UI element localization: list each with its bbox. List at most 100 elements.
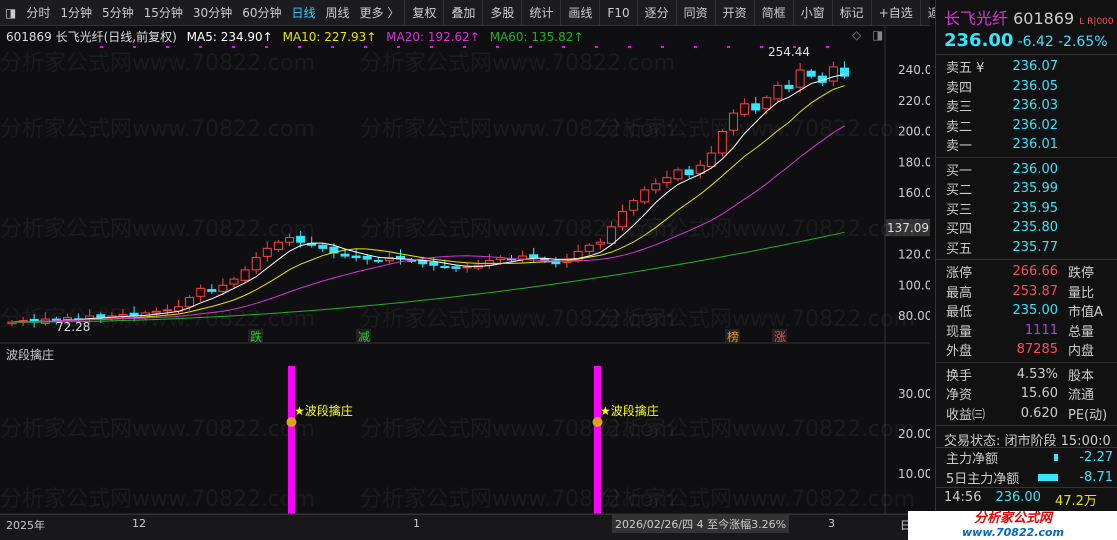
row-value: 236.02 bbox=[1012, 117, 1059, 133]
event-marker[interactable]: 榜 bbox=[727, 329, 739, 344]
indicator-y-tick: 30.00 bbox=[898, 387, 930, 401]
legend-ma20: MA20: 192.62↑ bbox=[386, 30, 480, 44]
tick-time: 14:56 bbox=[944, 490, 982, 505]
time-label-jan: 1 bbox=[413, 517, 420, 530]
candle-body bbox=[795, 69, 805, 88]
candle-body bbox=[629, 200, 639, 211]
signal-dot bbox=[562, 46, 565, 48]
candle-body bbox=[96, 314, 106, 319]
row-label: 净资 bbox=[946, 388, 973, 404]
time-axis: 2025年 12 1 2026/02/26/四 4 至今涨幅3.26% 3 日 bbox=[0, 514, 930, 540]
event-marker[interactable]: 跌 bbox=[250, 329, 262, 344]
legend-ma10: MA10: 227.93↑ bbox=[282, 30, 377, 44]
toolbar-button[interactable]: 简框 bbox=[753, 0, 793, 26]
layout-toggle-icon[interactable]: ◨ bbox=[0, 6, 21, 20]
row-value: 235.80 bbox=[1012, 220, 1059, 236]
toolbar-button[interactable]: 开资 bbox=[714, 0, 754, 26]
watermark: 分析家公式网www.70822.com bbox=[0, 417, 315, 442]
signal-dot bbox=[298, 46, 301, 48]
period-tab[interactable]: 30分钟 bbox=[188, 4, 237, 21]
signal-dot bbox=[826, 46, 829, 48]
signal-dot bbox=[331, 46, 334, 48]
toolbar-button[interactable]: 统计 bbox=[521, 0, 560, 26]
row-label: 卖五 ¥ bbox=[946, 61, 985, 77]
stats2-list: 换手 4.53% 股本 净资 15.60 流通 收益㈢ 0.620 PE(动) bbox=[936, 361, 1117, 426]
watermark: 分析家公式网www.70822.com bbox=[600, 487, 915, 512]
indicator-bar bbox=[288, 366, 295, 514]
period-tab[interactable]: 日线 bbox=[286, 4, 320, 21]
row-label: 卖四 bbox=[946, 80, 973, 96]
candle-body bbox=[418, 260, 428, 265]
tick-row: 14:56 236.00 47.2万 bbox=[936, 487, 1117, 509]
candle-body bbox=[285, 237, 294, 243]
row-value: 235.95 bbox=[1012, 200, 1059, 216]
candle-body bbox=[751, 103, 761, 111]
row-label-2: PE(动) bbox=[1068, 407, 1108, 423]
signal-label: ★波段擒庄 bbox=[294, 403, 353, 418]
toolbar-button[interactable]: 标记 bbox=[831, 0, 871, 26]
event-marker[interactable]: 涨 bbox=[774, 329, 786, 344]
toolbar-button[interactable]: 画线 bbox=[560, 0, 599, 26]
bid-list: 买一 236.00 买二 235.99 买三 235.95 买四 235.80 买五 235.77 bbox=[936, 156, 1117, 260]
period-tab[interactable]: 60分钟 bbox=[237, 4, 286, 21]
toolbar-button[interactable]: 复权 bbox=[404, 0, 443, 26]
candle-body bbox=[740, 103, 750, 115]
candle-body bbox=[806, 70, 816, 77]
toolbar-button[interactable]: F10 bbox=[599, 0, 636, 26]
y-tick: 100.00 bbox=[898, 278, 930, 292]
row-value: 4.53% bbox=[1016, 366, 1058, 382]
quote-row: 买二 235.99 bbox=[936, 179, 1117, 199]
lock-icon bbox=[592, 417, 603, 427]
toolbar-button[interactable]: +自选 bbox=[870, 0, 920, 26]
row-label: 买一 bbox=[946, 163, 973, 179]
candle-body bbox=[240, 269, 250, 281]
period-tab[interactable]: 更多 〉 bbox=[355, 4, 405, 21]
indicator-title[interactable]: 波段擒庄 bbox=[6, 346, 54, 363]
candle-body bbox=[773, 84, 783, 100]
candle-body bbox=[606, 226, 616, 244]
row-value: 236.05 bbox=[1012, 78, 1059, 94]
event-marker[interactable]: 减 bbox=[358, 330, 370, 344]
toolbar-button[interactable]: 逐分 bbox=[636, 0, 676, 26]
period-tab[interactable]: 分时 bbox=[21, 4, 55, 21]
last-price: 236.00 bbox=[944, 30, 1014, 51]
signal-dot bbox=[694, 46, 697, 48]
candle-body bbox=[351, 255, 361, 259]
signal-dot bbox=[760, 46, 763, 48]
period-tab[interactable]: 1分钟 bbox=[55, 4, 97, 21]
candle-body bbox=[185, 297, 195, 308]
period-tab[interactable]: 周线 bbox=[321, 4, 355, 21]
signal-dot bbox=[628, 46, 631, 48]
trade-status: 交易状态: 闭市阶段 15:00:0 bbox=[936, 425, 1117, 449]
quote-row: 外盘 87285 内盘 bbox=[936, 340, 1117, 360]
signal-dot bbox=[595, 46, 598, 48]
quote-row: 卖一 236.01 bbox=[936, 135, 1117, 155]
toolbar-button[interactable]: 多股 bbox=[482, 0, 521, 26]
row-label: 最高 bbox=[946, 285, 973, 301]
price-pct: -2.65% bbox=[1057, 34, 1108, 50]
quote-row: 净资 15.60 流通 bbox=[936, 384, 1117, 404]
chart-svg[interactable]: 240.00220.00200.00180.00160.00140.00120.… bbox=[0, 26, 940, 515]
lock-icon bbox=[286, 417, 297, 427]
flow-row: 5日主力净额 -8.71 bbox=[936, 468, 1117, 488]
legend-title: 601869 长飞光纤(日线,前复权) bbox=[6, 30, 177, 44]
kline-chart[interactable]: 240.00220.00200.00180.00160.00140.00120.… bbox=[0, 26, 940, 515]
row-label: 现量 bbox=[946, 324, 973, 340]
row-label-2: 内盘 bbox=[1068, 344, 1095, 360]
period-tab[interactable]: 15分钟 bbox=[139, 4, 188, 21]
quote-row: 换手 4.53% 股本 bbox=[936, 365, 1117, 385]
toolbar-button[interactable]: 小窗 bbox=[792, 0, 832, 26]
period-tab[interactable]: 5分钟 bbox=[97, 4, 139, 21]
quote-row: 买三 235.95 bbox=[936, 199, 1117, 219]
toolbar-button[interactable]: 叠加 bbox=[443, 0, 482, 26]
signal-dot bbox=[661, 46, 664, 48]
quote-row: 最高 253.87 量比 bbox=[936, 282, 1117, 302]
row-value: 236.07 bbox=[1012, 59, 1059, 75]
candle-body bbox=[362, 255, 372, 260]
panel-toggle-icon[interactable]: ◨ bbox=[872, 28, 883, 42]
toolbar-button[interactable]: 同资 bbox=[675, 0, 715, 26]
quote-row: 现量 1111 总量 bbox=[936, 321, 1117, 341]
candle-body bbox=[651, 183, 661, 191]
diamond-icon[interactable]: ◇ bbox=[852, 28, 861, 42]
quote-row: 买五 235.77 bbox=[936, 238, 1117, 258]
